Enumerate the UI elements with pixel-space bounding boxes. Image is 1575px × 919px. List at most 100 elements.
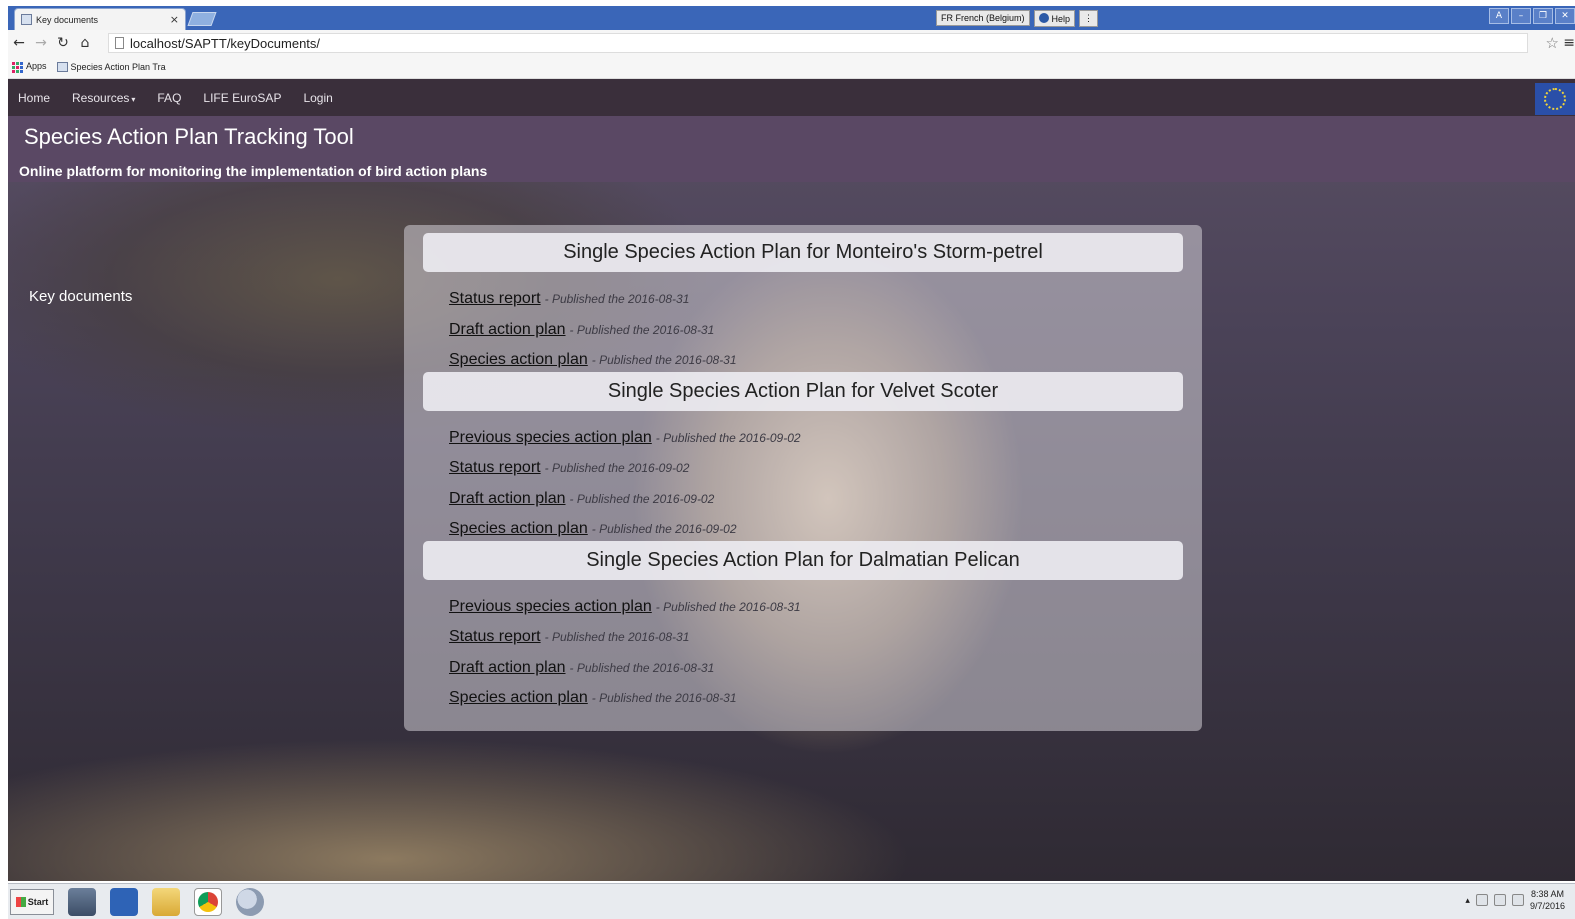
clock-time: 8:38 AM [1530,889,1564,899]
site-title: Species Action Plan Tracking Tool [24,124,354,149]
document-link[interactable]: Draft action plan [449,490,566,507]
key-documents-heading: Key documents [29,288,133,305]
language-indicator[interactable]: FR French (Belgium) [936,10,1030,26]
saptt-bookmark[interactable]: Species Action Plan Tra [56,61,166,73]
address-bar[interactable]: localhost/SAPTT/keyDocuments/ [108,33,1528,53]
browser-tab[interactable]: Key documents × [14,8,186,30]
apps-grid-icon [12,61,23,73]
document-link[interactable]: Status report [449,459,541,476]
saptt-bookmark-label: Species Action Plan Tra [70,61,166,72]
publish-date: - Published the 2016-08-31 [569,660,715,675]
page-favicon-icon [21,14,32,25]
volume-icon[interactable] [1511,894,1524,906]
bookmark-star-icon[interactable]: ☆ [1546,34,1559,52]
reload-icon[interactable]: ↻ [52,35,74,51]
nav-resources[interactable]: Resources ▾ [72,91,135,105]
windows-flag-icon [15,896,26,907]
nav-home[interactable]: Home [18,91,50,105]
language-bar-options-icon[interactable]: ⋮ [1079,9,1099,27]
help-label: Help [1051,13,1071,24]
document-item: Draft action plan - Published the 2016-08… [449,659,1202,690]
apps-bookmark[interactable]: Apps [12,61,47,73]
user-icon[interactable]: A [1489,8,1509,24]
publish-date: - Published the 2016-08-31 [655,599,801,614]
document-link[interactable]: Species action plan [449,351,588,368]
tab-title: Key documents [36,14,99,25]
web-page: Home Resources ▾ FAQ LIFE EuroSAP Login S… [8,79,1575,881]
search-icon[interactable] [236,887,264,916]
document-item: Status report - Published the 2016-08-31 [449,290,1202,321]
dropdown-caret-icon: ▾ [131,94,136,104]
start-label: Start [27,896,49,907]
document-list: Previous species action plan - Published … [404,411,1202,551]
document-item: Status report - Published the 2016-08-31 [449,628,1202,659]
close-tab-icon[interactable]: × [170,13,179,26]
system-tray: ▴ 8:38 AM 9/7/2016 [1465,888,1565,912]
chrome-icon[interactable] [194,887,222,916]
windows-taskbar: Start ▴ 8:38 AM 9/7/2016 [8,883,1575,919]
bookmarks-bar: Apps Species Action Plan Tra [8,56,1575,79]
clock[interactable]: 8:38 AM 9/7/2016 [1530,888,1565,912]
document-item: Status report - Published the 2016-09-02 [449,459,1202,490]
publish-date: - Published the 2016-09-02 [655,430,801,445]
nav-faq[interactable]: FAQ [157,91,181,105]
publish-date: - Published the 2016-08-31 [591,691,737,705]
help-icon [1038,12,1049,23]
publish-date: - Published the 2016-08-31 [569,322,715,337]
document-item: Draft action plan - Published the 2016-09… [449,490,1202,521]
plan-title: Single Species Action Plan for Monteiro'… [423,233,1183,272]
plan-section: Single Species Action Plan for Dalmatian… [404,540,1202,720]
minimize-icon[interactable]: – [1511,8,1531,24]
chrome-menu-icon[interactable]: ≡ [1563,35,1575,51]
language-bar: FR French (Belgium) Help ⋮ [936,9,1099,27]
document-link[interactable]: Draft action plan [449,659,566,676]
apps-label: Apps [26,61,47,72]
back-arrow-icon[interactable]: ← [8,35,30,51]
bookmark-favicon-icon [56,62,68,73]
document-link[interactable]: Status report [449,290,541,307]
restore-icon[interactable]: ❐ [1533,8,1553,24]
publish-date: - Published the 2016-08-31 [591,353,737,367]
document-link[interactable]: Species action plan [449,689,588,706]
document-link[interactable]: Species action plan [449,520,588,537]
publish-date: - Published the 2016-08-31 [544,292,690,306]
document-link[interactable]: Previous species action plan [449,598,652,615]
plan-title: Single Species Action Plan for Velvet Sc… [423,371,1183,411]
publish-date: - Published the 2016-08-31 [544,630,690,644]
document-link[interactable]: Draft action plan [449,321,566,338]
close-window-icon[interactable]: ✕ [1555,8,1575,24]
browser-tab-strip: Key documents × FR French (Belgium) Help… [8,6,1575,30]
nav-life-eurosap[interactable]: LIFE EuroSAP [203,91,281,105]
url-text: localhost/SAPTT/keyDocuments/ [130,35,321,51]
browser-toolbar: ← → ↻ ⌂ localhost/SAPTT/keyDocuments/ ☆ … [8,30,1575,56]
home-icon[interactable]: ⌂ [74,35,96,51]
documents-panel: Single Species Action Plan for Monteiro'… [404,225,1202,731]
network-icon[interactable] [1493,894,1506,906]
document-item: Previous species action plan - Published … [449,429,1202,460]
nav-resources-label: Resources [72,90,130,105]
window-controls: A – ❐ ✕ [1489,8,1575,24]
server-manager-icon[interactable] [68,887,96,916]
plan-title: Single Species Action Plan for Dalmatian… [423,540,1183,580]
site-navbar: Home Resources ▾ FAQ LIFE EuroSAP Login [8,79,1575,116]
start-button[interactable]: Start [10,888,54,915]
forward-arrow-icon[interactable]: → [30,35,52,51]
document-item: Previous species action plan - Published … [449,598,1202,629]
help-button[interactable]: Help [1033,9,1076,27]
eu-life-logo-icon [1535,83,1575,115]
document-link[interactable]: Status report [449,628,541,645]
powershell-icon[interactable] [110,887,138,916]
tray-expand-icon[interactable]: ▴ [1465,895,1470,906]
plan-section: Single Species Action Plan for Monteiro'… [404,233,1202,382]
new-tab-button[interactable] [187,12,217,26]
page-icon [115,37,124,49]
site-subtitle: Online platform for monitoring the imple… [19,163,488,179]
document-link[interactable]: Previous species action plan [449,429,652,446]
action-center-flag-icon[interactable] [1475,894,1488,906]
publish-date: - Published the 2016-09-02 [544,461,690,475]
plan-section: Single Species Action Plan for Velvet Sc… [404,371,1202,551]
nav-login[interactable]: Login [303,91,332,105]
document-item: Species action plan - Published the 2016-… [449,689,1202,720]
site-banner: Species Action Plan Tracking Tool Online… [8,116,1575,182]
file-explorer-icon[interactable] [152,887,180,916]
